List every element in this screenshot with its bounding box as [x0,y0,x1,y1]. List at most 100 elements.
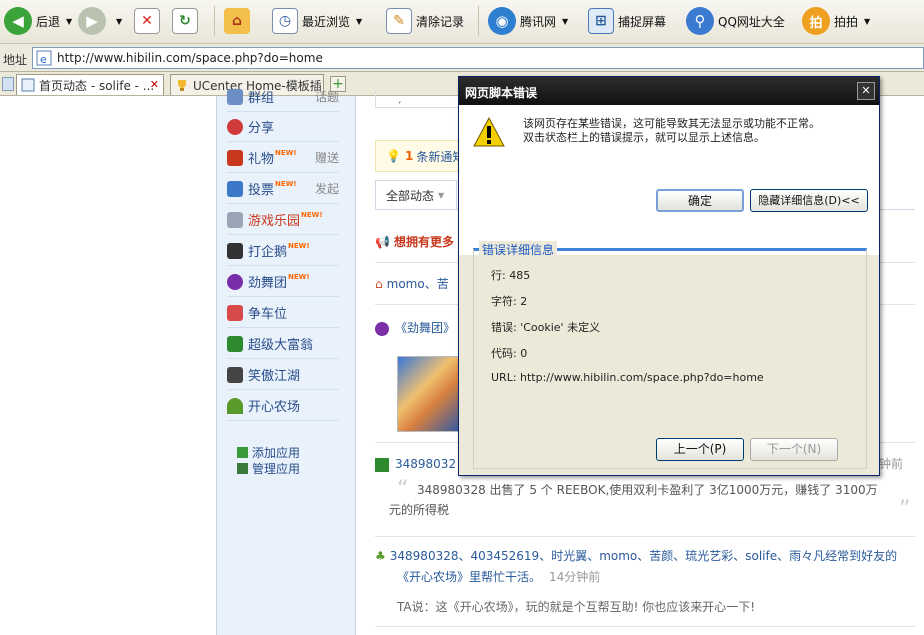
address-bar: 地址 e http://www.hibilin.com/space.php?do… [0,44,924,72]
qq-urls-button[interactable]: ⚲ QQ网址大全 [686,4,785,38]
chevron-down-icon[interactable]: ▼ [562,17,568,26]
refresh-icon: ↻ [172,8,198,34]
warning-icon [473,117,505,147]
group-icon [227,88,243,105]
sidebar-item-share[interactable]: 分享 [227,112,339,142]
address-input[interactable]: e http://www.hibilin.com/space.php?do=ho… [32,47,924,69]
detail-error: 错误: 'Cookie' 未定义 [491,321,601,334]
tencent-button[interactable]: ◉ 腾讯网 ▼ [488,4,568,38]
back-button[interactable]: ◀ 后退 ▼ [4,4,72,38]
browser-toolbar: ◀ 后退 ▼ ▶ ▼ ✕ ↻ ⌂ ◷ 最近浏览 ▼ ✎ 清除记录 ◉ 腾讯网 ▼… [0,0,924,44]
detail-char: 字符: 2 [491,295,528,308]
avatar-frame: ᷊ [375,90,459,108]
quote-open-icon: “ [397,477,409,502]
paipai-icon: 拍 [802,7,830,35]
dialog-message: 该网页存在某些错误，这可能导致其无法显示或功能不正常。 双击状态栏上的错误提示，… [523,117,820,144]
detail-line: 行: 485 [491,269,531,282]
gamepad-icon [227,211,243,228]
feed-item-dance: 《劲舞团》 [375,318,455,338]
money-icon [375,457,389,472]
forward-button[interactable]: ▶ ▼ [78,4,122,38]
promo-banner[interactable]: 📢 想拥有更多 [375,232,454,252]
tencent-icon: ◉ [488,7,516,35]
tab-home-feed[interactable]: 首页动态 - solife - ... ✕ [16,74,164,95]
sidebar-item-penguin[interactable]: 打企鹅 NEW! [227,236,339,266]
paipai-button[interactable]: 拍 拍拍 ▼ [802,4,870,38]
forward-arrow-icon: ▶ [78,7,106,35]
feed-divider [375,626,915,627]
ie-page-icon [21,78,35,92]
feed-item-farm-cont: 《开心农场》里帮忙干活。 14分钟前 [397,570,601,584]
home-button[interactable]: ⌂ [224,4,254,38]
feed-item-monopoly: 34898032 [375,454,456,474]
stop-button[interactable]: ✕ [134,4,164,38]
sidebar-item-game-park[interactable]: 游戏乐园 NEW! [227,205,339,235]
dance-icon [227,273,243,290]
dance-icon [375,321,389,336]
hide-details-button[interactable]: 隐藏详细信息(D)<< [750,189,868,212]
dialog-title: 网页脚本错误 [459,77,879,105]
screen-capture-icon: ⊞ [588,8,614,34]
error-details-label: 错误详细信息 [479,241,558,258]
clear-history-button[interactable]: ✎ 清除记录 [386,4,464,38]
dialog-message-area: 该网页存在某些错误，这可能导致其无法显示或功能不正常。 双击状态栏上的错误提示，… [459,105,879,255]
megaphone-icon: 📢 [375,235,390,249]
sidebar-item-parking[interactable]: 争车位 [227,298,339,328]
manage-app-link[interactable]: 管理应用 [237,460,300,477]
parking-icon [227,304,243,321]
recent-browse-button[interactable]: ◷ 最近浏览 ▼ [272,4,362,38]
detail-url: URL: http://www.hibilin.com/space.php?do… [491,371,764,384]
search-icon: ⚲ [686,7,714,35]
penguin-icon [227,242,243,259]
sidebar-item-gift[interactable]: 礼物 NEW! 赠送 [227,143,339,173]
home-icon: ⌂ [224,8,250,34]
lightbulb-icon: 💡 [386,149,401,163]
feed-tip: TA说：这《开心农场》，玩的就是个互帮互助! 你也应该来开心一下! [397,600,756,614]
sidebar-item-group[interactable]: 群组 话题 [227,82,339,112]
back-arrow-icon: ◀ [4,7,32,35]
toolbar-separator [478,6,479,36]
toolbar-separator [214,6,215,36]
game-thumbnail[interactable] [397,356,463,432]
sprout-icon: ♣ [375,549,386,563]
feed-item-farm: ♣ 348980328、403452619、时光翼、momo、苦颜、琉光艺彩、so… [375,549,898,563]
address-label: 地址 [3,53,28,67]
sidebar-item-farm[interactable]: 开心农场 [227,391,339,421]
feed-quote-cont: 元的所得税 [389,503,450,517]
add-app-link[interactable]: 添加应用 [237,444,300,461]
sidebar-item-monopoly[interactable]: 超级大富翁 [227,329,339,359]
chevron-down-icon: ▼ [438,191,445,200]
ie-page-icon: e [36,50,52,66]
close-tab-icon[interactable]: ✕ [150,78,159,91]
refresh-button[interactable]: ↻ [172,4,202,38]
trophy-icon [178,80,186,91]
prev-button[interactable]: 上一个(P) [656,438,744,461]
plus-icon [237,447,248,458]
chevron-down-icon[interactable]: ▼ [864,17,870,26]
chevron-down-icon[interactable]: ▼ [66,17,72,26]
tab-all-feed[interactable]: 全部动态 ▼ [375,180,457,210]
quote-close-icon: ” [899,497,911,522]
tab-list-icon[interactable] [2,77,14,91]
close-button[interactable]: ✕ [857,82,875,100]
script-error-dialog: 网页脚本错误 ✕ 该网页存在某些错误，这可能导致其无法显示或功能不正常。 双击状… [458,76,880,476]
money-icon [227,335,243,352]
stop-icon: ✕ [134,8,160,34]
sword-icon [227,366,243,383]
app-sidebar: 群组 话题 分享 礼物 NEW! 赠送 投票 NEW! 发起 游戏乐园 NEW! 打企鹅 NE… [216,88,356,635]
sidebar-item-jianghu[interactable]: 笑傲江湖 [227,360,339,390]
feed-time: 钟前 [879,457,904,471]
next-button[interactable]: 下一个(N) [750,438,838,461]
error-details-group [473,249,867,469]
wrench-icon [237,463,248,474]
clear-icon: ✎ [386,8,412,34]
chevron-down-icon[interactable]: ▼ [116,17,122,26]
chevron-down-icon[interactable]: ▼ [356,17,362,26]
gift-icon [227,149,243,166]
sidebar-item-dance[interactable]: 劲舞团 NEW! [227,267,339,297]
feed-quote: 348980328 出售了 5 个 REEBOK,使用双利卡盈利了 3亿1000… [417,483,878,497]
house-icon: ⌂ [375,277,383,291]
ok-button[interactable]: 确定 [656,189,744,212]
capture-screen-button[interactable]: ⊞ 捕捉屏幕 [588,4,666,38]
sidebar-item-poll[interactable]: 投票 NEW! 发起 [227,174,339,204]
